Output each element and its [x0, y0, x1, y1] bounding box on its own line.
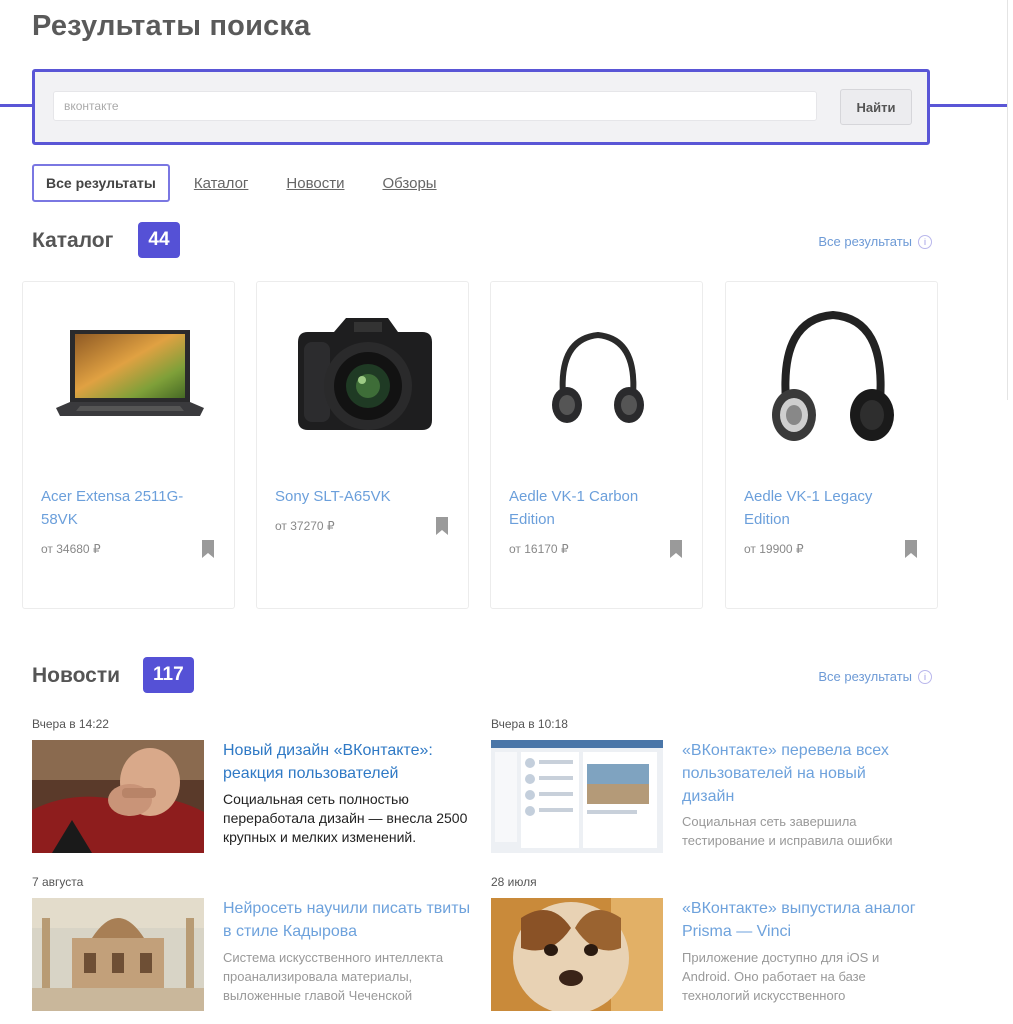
accent-line-right	[929, 104, 1008, 107]
product-card[interactable]: Sony SLT-A65VK от 37270 ₽	[256, 281, 469, 609]
result-tabs: Все результаты Каталог Новости Обзоры	[32, 164, 475, 202]
tab-catalog[interactable]: Каталог	[194, 175, 249, 192]
product-card[interactable]: Aedle VK-1 Legacy Edition от 19900 ₽	[725, 281, 938, 609]
news-thumbnail[interactable]	[491, 898, 663, 1011]
camera-image	[267, 294, 460, 459]
bookmark-icon[interactable]	[670, 540, 682, 558]
product-price: от 37270 ₽	[275, 519, 335, 533]
search-input[interactable]	[53, 91, 817, 121]
news-description: Система искусственного интеллекта проана…	[223, 950, 444, 1003]
product-name[interactable]: Acer Extensa 2511G-58VK	[41, 485, 211, 531]
catalog-all-results-label: Все результаты	[818, 234, 912, 249]
product-price: от 34680 ₽	[41, 542, 101, 556]
product-price: от 16170 ₽	[509, 542, 569, 556]
news-title-link[interactable]: «ВКонтакте» перевела всех пользователей …	[682, 739, 912, 808]
bookmark-icon[interactable]	[202, 540, 214, 558]
info-icon: i	[918, 669, 932, 684]
headphones-image	[501, 294, 694, 459]
tab-reviews[interactable]: Обзоры	[382, 175, 436, 192]
tab-all-results[interactable]: Все результаты	[32, 164, 170, 202]
accent-line-left	[0, 104, 34, 107]
news-description: Приложение доступно для iOS и Android. О…	[682, 950, 880, 1003]
catalog-all-results-link[interactable]: Все результаты i	[818, 234, 932, 249]
catalog-heading: Каталог	[32, 229, 114, 252]
bookmark-icon[interactable]	[436, 517, 448, 535]
news-date: 28 июля	[491, 875, 537, 889]
product-name[interactable]: Aedle VK-1 Legacy Edition	[744, 485, 914, 531]
tab-news[interactable]: Новости	[286, 175, 344, 192]
bookmark-icon[interactable]	[905, 540, 917, 558]
news-description: Социальная сеть завершила тестирование и…	[682, 814, 893, 848]
page-title: Результаты поиска	[32, 10, 311, 42]
news-date: 7 августа	[32, 875, 84, 889]
search-button[interactable]: Найти	[840, 89, 912, 125]
content-divider	[1007, 0, 1008, 400]
news-count-badge: 117	[143, 657, 194, 693]
news-date: Вчера в 14:22	[32, 717, 109, 731]
product-name[interactable]: Sony SLT-A65VK	[275, 485, 445, 508]
product-price: от 19900 ₽	[744, 542, 804, 556]
search-bar: Найти	[32, 69, 930, 145]
news-heading: Новости	[32, 664, 121, 687]
news-title-link[interactable]: «ВКонтакте» выпустила аналог Prisma — Vi…	[682, 897, 927, 943]
news-all-results-label: Все результаты	[818, 669, 912, 684]
news-all-results-link[interactable]: Все результаты i	[818, 669, 932, 684]
info-icon: i	[918, 234, 932, 249]
catalog-count-badge: 44	[138, 222, 180, 258]
headphones-image	[736, 294, 929, 459]
product-name[interactable]: Aedle VK-1 Carbon Edition	[509, 485, 679, 531]
laptop-image	[33, 294, 226, 459]
news-date: Вчера в 10:18	[491, 717, 568, 731]
news-description: Социальная сеть полностью переработала д…	[223, 791, 468, 845]
news-thumbnail[interactable]	[491, 740, 663, 853]
news-title-link[interactable]: Нейросеть научили писать твиты в стиле К…	[223, 897, 473, 943]
news-thumbnail[interactable]	[32, 740, 204, 853]
product-card[interactable]: Aedle VK-1 Carbon Edition от 16170 ₽	[490, 281, 703, 609]
news-thumbnail[interactable]	[32, 898, 204, 1011]
product-card[interactable]: Acer Extensa 2511G-58VK от 34680 ₽	[22, 281, 235, 609]
news-title-link[interactable]: Новый дизайн «ВКонтакте»: реакция пользо…	[223, 739, 473, 785]
